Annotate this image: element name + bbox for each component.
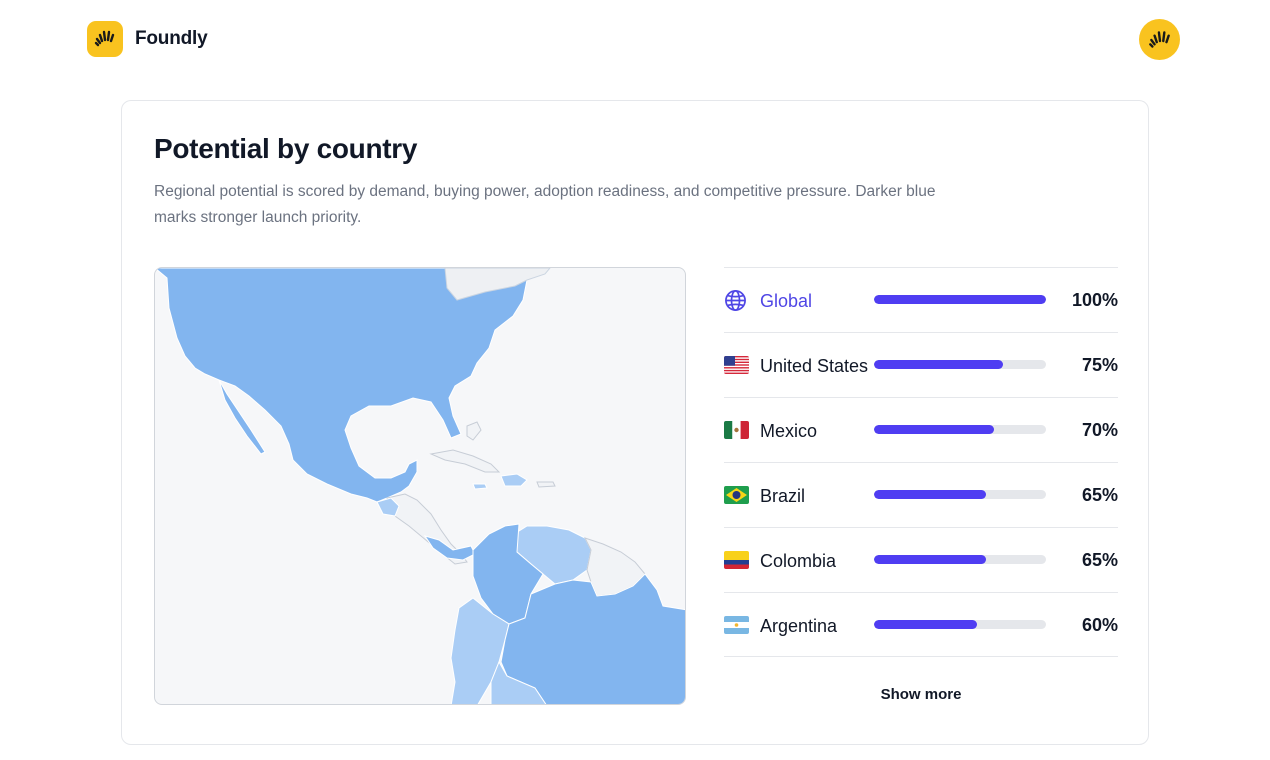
- country-percent: 70%: [1081, 420, 1118, 440]
- country-percent: 75%: [1081, 355, 1118, 375]
- country-name: Mexico: [760, 420, 818, 441]
- card-description: Regional potential is scored by demand, …: [154, 183, 936, 226]
- progress-track: [874, 490, 1046, 499]
- us-flag-icon: [724, 356, 749, 374]
- country-row-brazil[interactable]: Brazil 65%: [724, 462, 1118, 527]
- progress-fill: [874, 425, 995, 434]
- progress-track: [874, 360, 1046, 369]
- top-bar: Foundly: [0, 0, 1270, 80]
- card-title: Potential by country: [154, 133, 418, 164]
- country-row-mexico[interactable]: Mexico 70%: [724, 397, 1118, 462]
- country-list: Global 100% United States 75% Mexico 70%…: [724, 267, 1118, 657]
- progress-fill: [874, 360, 1003, 369]
- country-percent: 65%: [1081, 550, 1118, 570]
- map-region-hispaniola: [500, 473, 528, 487]
- potential-card: Potential by country Regional potential …: [121, 100, 1149, 745]
- progress-fill: [874, 490, 986, 499]
- map-region-florida-keys: [466, 421, 482, 441]
- country-percent: 100%: [1071, 290, 1118, 310]
- country-row-colombia[interactable]: Colombia 65%: [724, 527, 1118, 592]
- colombia-flag-icon: [724, 551, 749, 569]
- country-name: Argentina: [760, 615, 838, 636]
- progress-track: [874, 425, 1046, 434]
- progress-track: [874, 620, 1046, 629]
- map-region-puerto-rico: [536, 481, 556, 488]
- show-more-button[interactable]: Show more: [724, 679, 1118, 709]
- country-name: United States: [760, 355, 869, 376]
- country-name: Brazil: [760, 485, 806, 506]
- country-name: Global: [760, 290, 813, 311]
- progress-fill: [874, 555, 986, 564]
- progress-track: [874, 295, 1046, 304]
- country-name: Colombia: [760, 550, 837, 571]
- country-row-united-states[interactable]: United States 75%: [724, 332, 1118, 397]
- brand[interactable]: Foundly: [87, 21, 208, 57]
- map-region-panama: [423, 535, 476, 561]
- map-svg: [155, 268, 685, 704]
- country-map[interactable]: [154, 267, 686, 705]
- mexico-flag-icon: [724, 421, 749, 439]
- brazil-flag-icon: [724, 486, 749, 504]
- country-percent: 65%: [1081, 485, 1118, 505]
- country-percent: 60%: [1081, 615, 1118, 635]
- foundly-logo-icon: [87, 21, 123, 57]
- country-row-global[interactable]: Global 100%: [724, 267, 1118, 332]
- progress-fill: [874, 620, 978, 629]
- app-name: Foundly: [135, 28, 208, 49]
- progress-track: [874, 555, 1046, 564]
- country-row-argentina[interactable]: Argentina 60%: [724, 592, 1118, 657]
- map-region-jamaica: [472, 483, 488, 490]
- argentina-flag-icon: [724, 616, 749, 634]
- map-region-cuba: [429, 449, 501, 473]
- progress-fill: [874, 295, 1046, 304]
- globe-icon: [725, 290, 746, 311]
- avatar[interactable]: [1139, 19, 1180, 60]
